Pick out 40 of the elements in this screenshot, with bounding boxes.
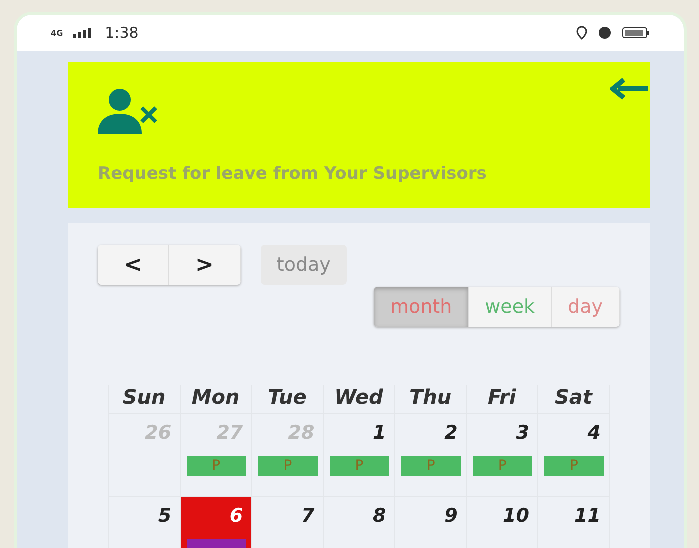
- day-cell[interactable]: 11: [538, 497, 610, 548]
- day-number: 4: [588, 422, 601, 444]
- weekday-header: Tue: [252, 385, 324, 414]
- day-cell[interactable]: 1 P: [324, 414, 396, 497]
- day-number: 10: [502, 505, 530, 527]
- weekday-header: Sat: [538, 385, 610, 414]
- battery-icon: [622, 26, 650, 40]
- page-title: Request for leave from Your Supervisors: [98, 164, 488, 184]
- next-button[interactable]: >: [169, 245, 241, 285]
- weekday-header: Thu: [395, 385, 467, 414]
- day-number: 26: [145, 422, 172, 444]
- previous-button[interactable]: <: [98, 245, 170, 285]
- day-number: 5: [158, 505, 172, 527]
- day-number: 6: [230, 505, 244, 527]
- day-number: 27: [216, 422, 244, 444]
- day-cell[interactable]: 8: [324, 497, 396, 548]
- day-number: 8: [373, 505, 386, 527]
- day-number: 3: [516, 422, 530, 444]
- day-number: 9: [444, 505, 458, 527]
- network-label: 4G: [51, 28, 64, 38]
- day-number: 7: [301, 505, 315, 527]
- day-number: 28: [288, 422, 315, 444]
- back-arrow-icon[interactable]: [610, 78, 648, 100]
- day-cell[interactable]: 9: [395, 497, 467, 548]
- today-cell[interactable]: 6: [180, 497, 252, 548]
- day-number: 2: [444, 422, 458, 444]
- day-cell[interactable]: 4 P: [538, 414, 610, 497]
- day-cell[interactable]: 7: [252, 497, 324, 548]
- weekday-header: Sun: [109, 385, 181, 414]
- day-cell[interactable]: 3 P: [466, 414, 538, 497]
- weekday-header: Fri: [466, 385, 538, 414]
- day-cell[interactable]: 2 P: [395, 414, 467, 497]
- day-number: 11: [574, 505, 601, 527]
- clock-time: 1:38: [105, 24, 139, 42]
- day-number: 1: [373, 422, 386, 444]
- day-cell[interactable]: 10: [466, 497, 538, 548]
- location-icon: [576, 26, 588, 40]
- weekday-header: Mon: [180, 385, 252, 414]
- alarm-icon: [598, 26, 612, 40]
- weekday-header: Wed: [324, 385, 396, 414]
